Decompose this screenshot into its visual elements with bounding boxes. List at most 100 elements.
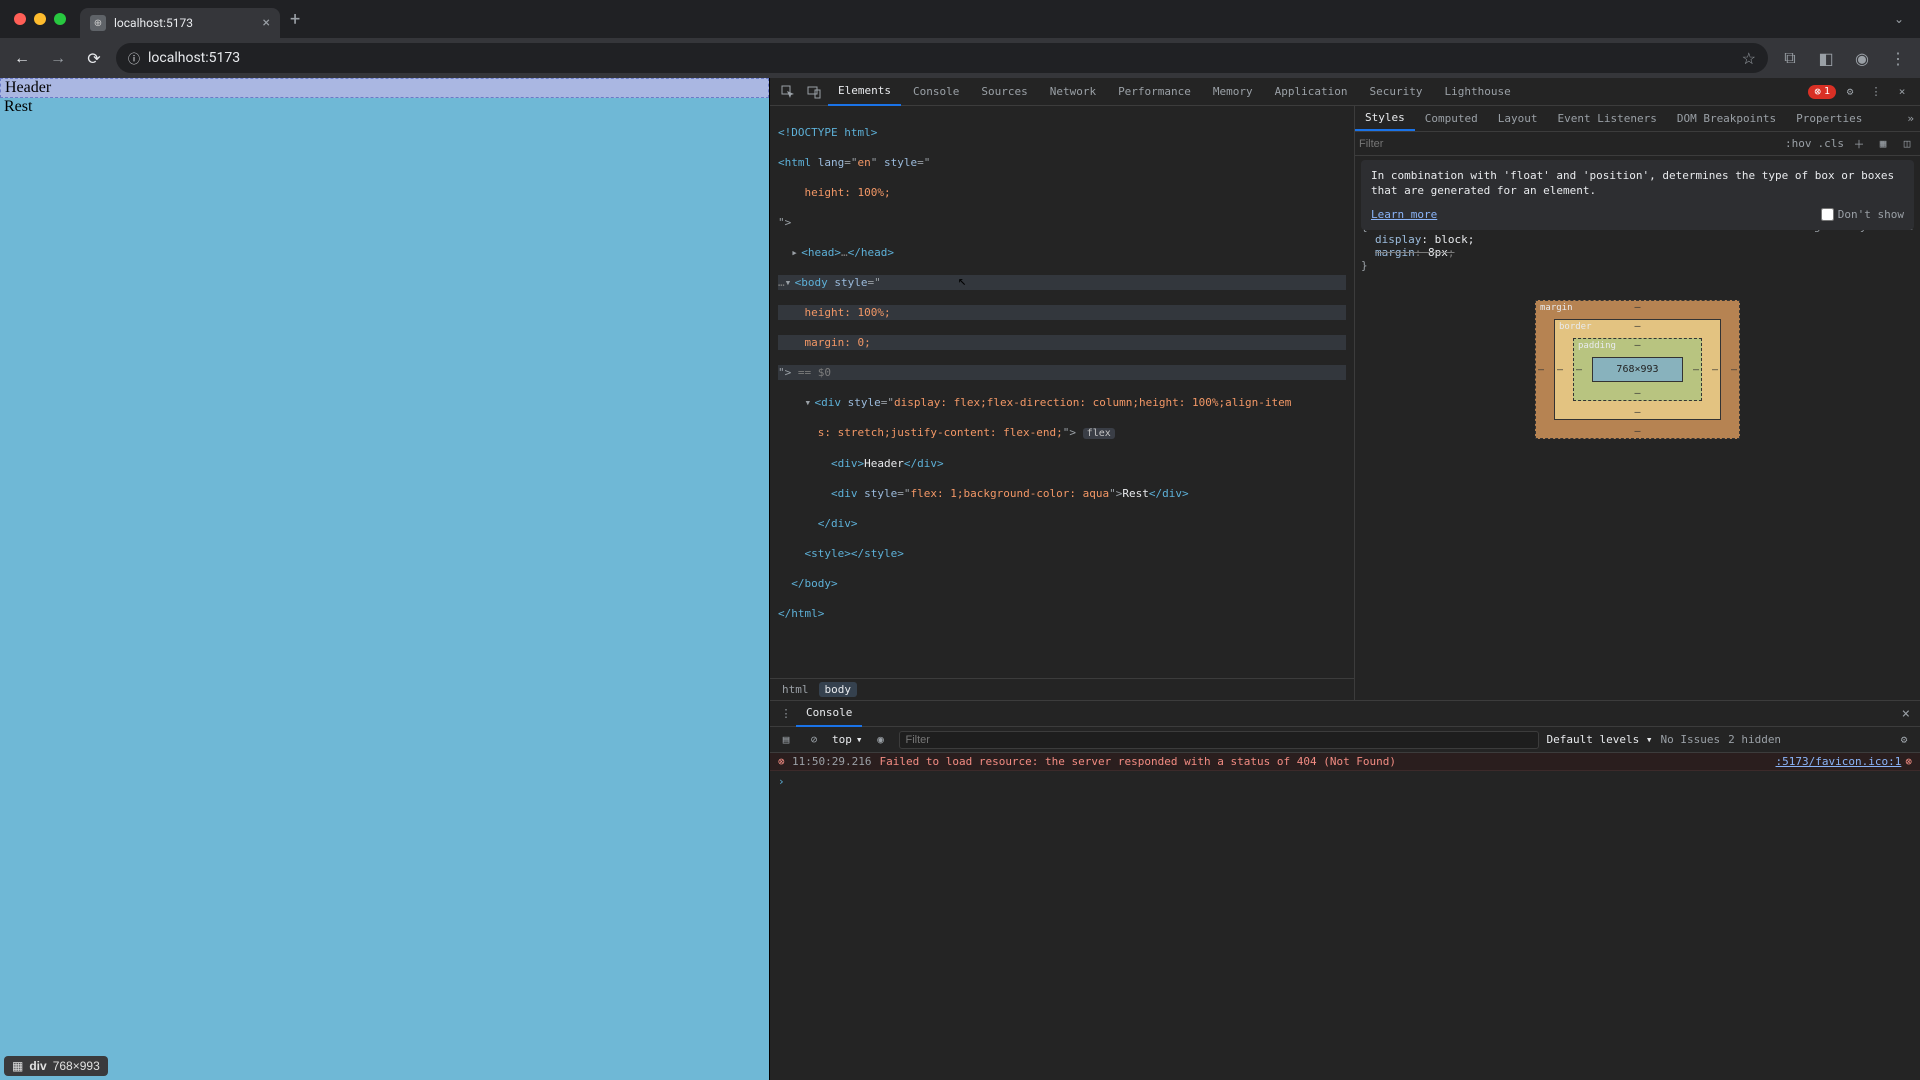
browser-toolbar: ← → ⟳ ⓘ localhost:5173 ☆ ⧉ ◧ ◉ ⋮	[0, 38, 1920, 78]
devtools-settings-icon[interactable]: ⚙	[1838, 80, 1862, 104]
dom-line[interactable]: <head>	[801, 246, 841, 259]
maximize-window-button[interactable]	[54, 13, 66, 25]
styles-tab-dom-breakpoints[interactable]: DOM Breakpoints	[1667, 106, 1786, 131]
log-levels-selector[interactable]: Default levels ▾	[1547, 733, 1653, 746]
dom-line[interactable]: <div>	[831, 457, 864, 470]
dom-line[interactable]: <html	[778, 156, 818, 169]
console-settings-icon[interactable]: ⚙	[1894, 730, 1914, 750]
dom-line[interactable]: </body>	[791, 577, 837, 590]
tab-sources[interactable]: Sources	[971, 78, 1037, 106]
box-border[interactable]: border – – – – padding – – –	[1554, 319, 1721, 420]
hov-toggle[interactable]: :hov	[1785, 137, 1812, 150]
drawer-tab-console[interactable]: Console	[796, 701, 862, 727]
issues-indicator[interactable]: No Issues	[1660, 733, 1720, 746]
dom-line[interactable]: </html>	[778, 607, 824, 620]
site-info-icon[interactable]: ⓘ	[128, 50, 140, 67]
execution-context-selector[interactable]: top ▾	[832, 733, 863, 746]
devtools-menu-icon[interactable]: ⋮	[1864, 80, 1888, 104]
tab-close-button[interactable]: ×	[263, 15, 270, 31]
status-dims: 768×993	[53, 1059, 100, 1073]
dom-line[interactable]: <div	[815, 396, 848, 409]
error-count-badge[interactable]: 1	[1808, 85, 1836, 99]
console-body[interactable]: ⊗ 11:50:29.216 Failed to load resource: …	[770, 753, 1920, 1080]
close-window-button[interactable]	[14, 13, 26, 25]
tab-security[interactable]: Security	[1360, 78, 1433, 106]
box-model[interactable]: margin – – – – border – – – –	[1535, 300, 1740, 439]
tab-console[interactable]: Console	[903, 78, 969, 106]
live-expression-icon[interactable]: ◉	[871, 730, 891, 750]
dom-line[interactable]: <div	[831, 487, 864, 500]
console-prompt[interactable]	[770, 771, 1920, 792]
forward-button[interactable]: →	[44, 44, 72, 72]
dom-line[interactable]: <style>	[805, 547, 851, 560]
styles-tab-properties[interactable]: Properties	[1786, 106, 1872, 131]
dom-line[interactable]: s: stretch;justify-content: flex-end;	[818, 426, 1063, 439]
learn-more-link[interactable]: Learn more	[1371, 207, 1437, 222]
back-button[interactable]: ←	[8, 44, 36, 72]
browser-tabstrip: ⊕ localhost:5173 × + ⌄	[0, 0, 1920, 38]
breadcrumb-body[interactable]: body	[819, 682, 858, 697]
dont-show-checkbox[interactable]	[1821, 208, 1834, 221]
bookmark-icon[interactable]: ☆	[1742, 49, 1756, 68]
profile-icon[interactable]: ◉	[1848, 44, 1876, 72]
cls-toggle[interactable]: .cls	[1818, 137, 1845, 150]
drawer-close-icon[interactable]: ×	[1898, 706, 1914, 722]
dom-line[interactable]: margin: 0;	[778, 335, 1346, 350]
console-filter-input[interactable]	[899, 731, 1539, 749]
breadcrumb-html[interactable]: html	[776, 682, 815, 697]
page-rest-row: Rest	[0, 98, 769, 116]
log-source-link[interactable]: :5173/favicon.ico:1	[1776, 755, 1902, 768]
new-tab-button[interactable]: +	[290, 9, 300, 30]
console-error-row[interactable]: ⊗ 11:50:29.216 Failed to load resource: …	[770, 753, 1920, 771]
tab-application[interactable]: Application	[1265, 78, 1358, 106]
dom-line[interactable]: <!DOCTYPE html>	[778, 126, 877, 139]
tab-network[interactable]: Network	[1040, 78, 1106, 106]
flex-badge[interactable]: flex	[1083, 428, 1115, 439]
box-margin[interactable]: margin – – – – border – – – –	[1535, 300, 1740, 439]
styles-filter-row: :hov .cls ＋ ▦ ◫	[1355, 132, 1920, 156]
styles-tab-layout[interactable]: Layout	[1488, 106, 1548, 131]
side-panel-icon[interactable]: ◧	[1812, 44, 1840, 72]
css-property-tooltip: In combination with 'float' and 'positio…	[1361, 160, 1914, 230]
new-style-rule-icon[interactable]: ＋	[1850, 135, 1868, 153]
console-sidebar-toggle-icon[interactable]: ▤	[776, 730, 796, 750]
dom-line[interactable]: height: 100%;	[778, 305, 1346, 320]
dom-line[interactable]: </div>	[818, 517, 858, 530]
drawer-menu-icon[interactable]: ⋮	[776, 707, 796, 720]
dom-body-node[interactable]: <body	[795, 276, 835, 289]
dom-tree[interactable]: <!DOCTYPE html> <html lang="en" style=" …	[770, 106, 1354, 678]
box-padding[interactable]: padding – – – – 768×993	[1573, 338, 1702, 401]
drawer-tabbar: ⋮ Console ×	[770, 701, 1920, 727]
box-content[interactable]: 768×993	[1592, 357, 1683, 382]
toggle-rendering-icon[interactable]: ◫	[1898, 135, 1916, 153]
dom-line[interactable]: height: 100%;	[778, 185, 1346, 200]
tab-lighthouse[interactable]: Lighthouse	[1435, 78, 1521, 106]
styles-tab-styles[interactable]: Styles	[1355, 106, 1415, 131]
device-toolbar-icon[interactable]	[802, 80, 826, 104]
styles-tabbar: Styles Computed Layout Event Listeners D…	[1355, 106, 1920, 132]
grid-icon: ▦	[12, 1059, 23, 1073]
address-bar[interactable]: ⓘ localhost:5173 ☆	[116, 43, 1768, 73]
tab-memory[interactable]: Memory	[1203, 78, 1263, 106]
styles-filter-input[interactable]	[1359, 138, 1779, 150]
hidden-count[interactable]: 2 hidden	[1728, 733, 1781, 746]
dont-show-toggle[interactable]: Don't show	[1821, 207, 1904, 222]
clear-console-icon[interactable]: ⊘	[804, 730, 824, 750]
styles-tabs-more-icon[interactable]: »	[1901, 106, 1920, 131]
chrome-menu-icon[interactable]: ⋮	[1884, 44, 1912, 72]
tab-performance[interactable]: Performance	[1108, 78, 1201, 106]
dom-line[interactable]: ">	[778, 215, 1346, 230]
computed-styles-icon[interactable]: ▦	[1874, 135, 1892, 153]
extensions-icon[interactable]: ⧉	[1776, 44, 1804, 72]
inspect-element-icon[interactable]	[776, 80, 800, 104]
styles-tab-event-listeners[interactable]: Event Listeners	[1547, 106, 1666, 131]
tab-elements[interactable]: Elements	[828, 78, 901, 106]
tabs-dropdown-button[interactable]: ⌄	[1894, 12, 1904, 26]
styles-body: In combination with 'float' and 'positio…	[1355, 156, 1920, 700]
reload-button[interactable]: ⟳	[80, 44, 108, 72]
styles-tab-computed[interactable]: Computed	[1415, 106, 1488, 131]
dom-panel: <!DOCTYPE html> <html lang="en" style=" …	[770, 106, 1355, 700]
browser-tab[interactable]: ⊕ localhost:5173 ×	[80, 8, 280, 38]
minimize-window-button[interactable]	[34, 13, 46, 25]
devtools-close-icon[interactable]: ×	[1890, 80, 1914, 104]
